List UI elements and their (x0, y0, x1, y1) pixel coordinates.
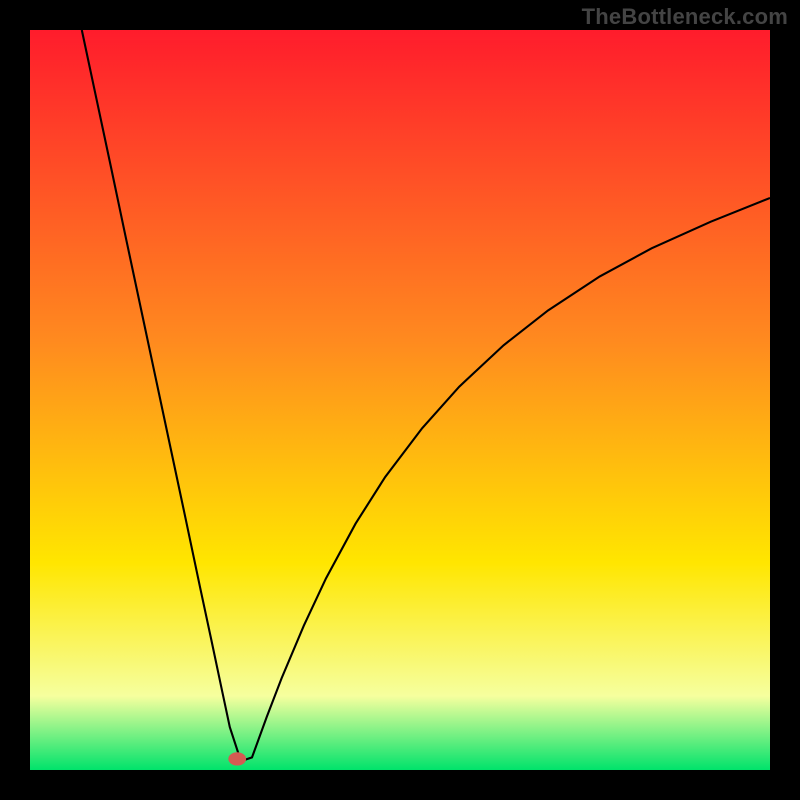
watermark-text: TheBottleneck.com (582, 4, 788, 30)
gradient-background (30, 30, 770, 770)
chart-container: TheBottleneck.com (0, 0, 800, 800)
chart-svg (30, 30, 770, 770)
plot-area (30, 30, 770, 770)
minimum-marker (228, 752, 246, 765)
